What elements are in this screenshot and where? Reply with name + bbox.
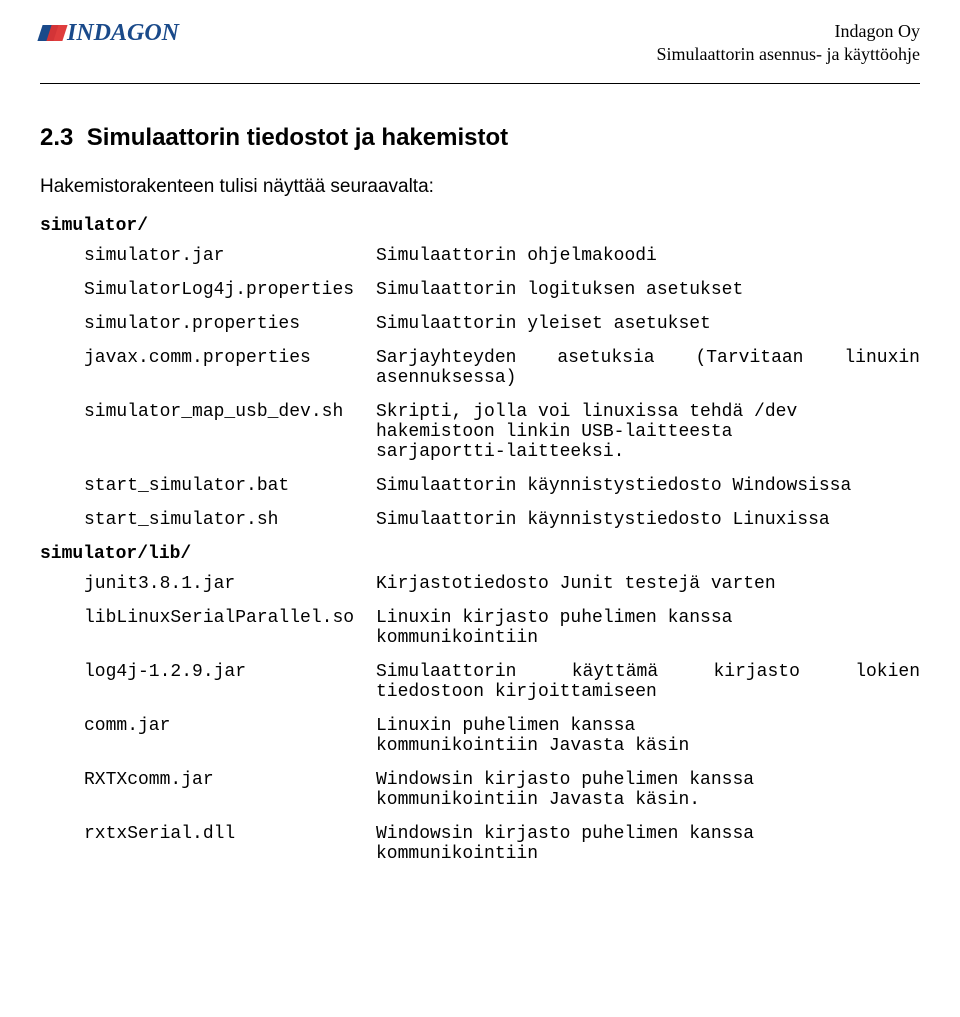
file-list-simulator-lib: junit3.8.1.jar Kirjastotiedosto Junit te…	[40, 574, 920, 864]
file-row: junit3.8.1.jar Kirjastotiedosto Junit te…	[84, 574, 920, 594]
file-name: RXTXcomm.jar	[84, 770, 376, 790]
section-heading: 2.3 Simulaattorin tiedostot ja hakemisto…	[40, 124, 920, 152]
header-divider	[40, 83, 920, 84]
file-desc: Simulaattorin yleiset asetukset	[376, 314, 920, 334]
file-desc: Kirjastotiedosto Junit testejä varten	[376, 574, 920, 594]
section-number: 2.3	[40, 124, 73, 151]
logo-mark-icon	[40, 25, 64, 43]
file-name: comm.jar	[84, 716, 376, 736]
file-row: comm.jar Linuxin puhelimen kanssa kommun…	[84, 716, 920, 756]
file-row: javax.comm.properties Sarjayhteyden aset…	[84, 348, 920, 388]
file-name: SimulatorLog4j.properties	[84, 280, 376, 300]
logo-text: INDAGON	[67, 20, 179, 47]
file-name: simulator_map_usb_dev.sh	[84, 402, 376, 422]
file-desc: Skripti, jolla voi linuxissa tehdä /dev …	[376, 402, 920, 462]
file-name: start_simulator.sh	[84, 510, 376, 530]
file-name: start_simulator.bat	[84, 476, 376, 496]
file-row: simulator_map_usb_dev.sh Skripti, jolla …	[84, 402, 920, 462]
company-name: Indagon Oy	[657, 20, 920, 43]
dir-simulator-lib: simulator/lib/	[40, 544, 920, 564]
file-desc: Simulaattorin käynnistystiedosto Linuxis…	[376, 510, 920, 530]
file-desc: Windowsin kirjasto puhelimen kanssa komm…	[376, 770, 920, 810]
file-row: simulator.properties Simulaattorin yleis…	[84, 314, 920, 334]
file-row: log4j-1.2.9.jar Simulaattorin käyttämä k…	[84, 662, 920, 702]
file-name: rxtxSerial.dll	[84, 824, 376, 844]
file-desc: Simulaattorin käyttämä kirjasto lokien t…	[376, 662, 920, 702]
file-row: simulator.jar Simulaattorin ohjelmakoodi	[84, 246, 920, 266]
file-name: libLinuxSerialParallel.so	[84, 608, 376, 628]
file-row: rxtxSerial.dll Windowsin kirjasto puheli…	[84, 824, 920, 864]
file-name: log4j-1.2.9.jar	[84, 662, 376, 682]
file-desc: Simulaattorin ohjelmakoodi	[376, 246, 920, 266]
file-row: start_simulator.sh Simulaattorin käynnis…	[84, 510, 920, 530]
file-name: junit3.8.1.jar	[84, 574, 376, 594]
file-row: SimulatorLog4j.properties Simulaattorin …	[84, 280, 920, 300]
file-row: libLinuxSerialParallel.so Linuxin kirjas…	[84, 608, 920, 648]
file-desc: Linuxin puhelimen kanssa kommunikointiin…	[376, 716, 920, 756]
file-row: RXTXcomm.jar Windowsin kirjasto puhelime…	[84, 770, 920, 810]
file-name: javax.comm.properties	[84, 348, 376, 368]
file-list-simulator: simulator.jar Simulaattorin ohjelmakoodi…	[40, 246, 920, 530]
document-title: Simulaattorin asennus- ja käyttöohje	[657, 43, 920, 66]
header-meta: Indagon Oy Simulaattorin asennus- ja käy…	[657, 20, 920, 65]
dir-simulator: simulator/	[40, 216, 920, 236]
file-desc: Windowsin kirjasto puhelimen kanssa komm…	[376, 824, 920, 864]
file-desc: Linuxin kirjasto puhelimen kanssa kommun…	[376, 608, 920, 648]
page-header: INDAGON Indagon Oy Simulaattorin asennus…	[40, 20, 920, 77]
file-name: simulator.properties	[84, 314, 376, 334]
file-row: start_simulator.bat Simulaattorin käynni…	[84, 476, 920, 496]
logo: INDAGON	[40, 20, 179, 47]
file-desc: Simulaattorin logituksen asetukset	[376, 280, 920, 300]
file-desc: Simulaattorin käynnistystiedosto Windows…	[376, 476, 920, 496]
section-title: Simulaattorin tiedostot ja hakemistot	[87, 124, 508, 151]
section-intro: Hakemistorakenteen tulisi näyttää seuraa…	[40, 176, 920, 198]
file-desc: Sarjayhteyden asetuksia (Tarvitaan linux…	[376, 348, 920, 388]
file-name: simulator.jar	[84, 246, 376, 266]
